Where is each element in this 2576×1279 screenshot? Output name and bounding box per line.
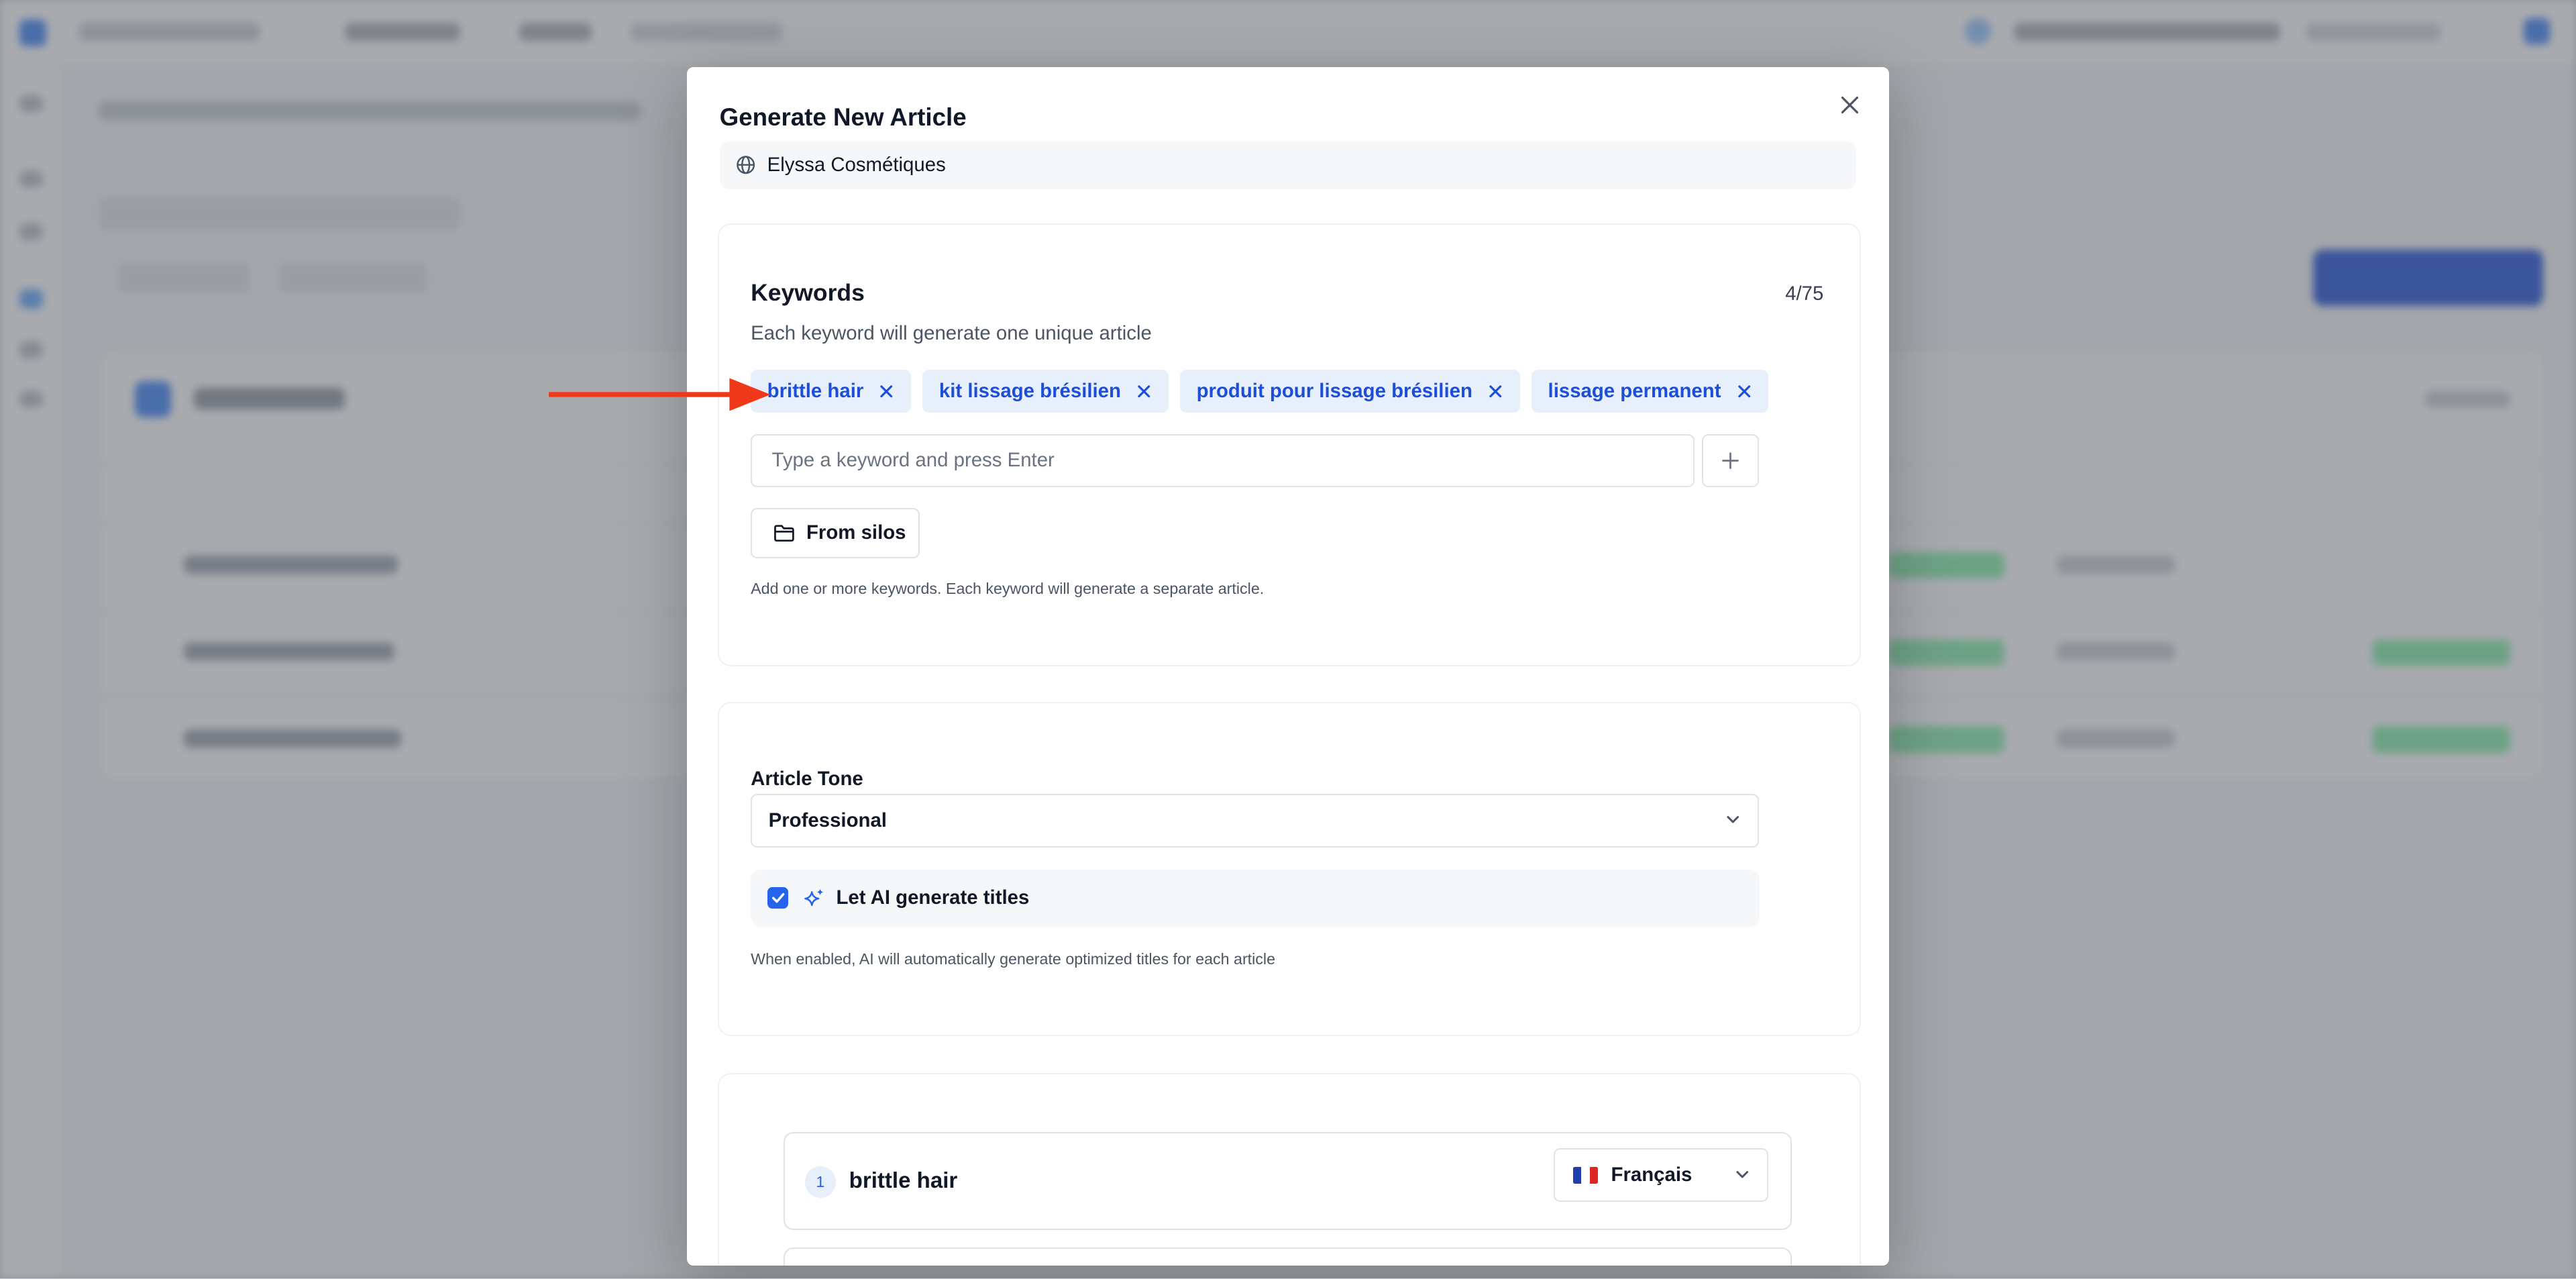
add-keyword-button[interactable]	[1702, 433, 1759, 488]
modal-title: Generate New Article	[719, 103, 967, 132]
article-tone-label: Article Tone	[751, 767, 863, 790]
site-selector: Elyssa Cosmétiques	[719, 141, 1857, 189]
remove-chip-icon[interactable]	[878, 383, 894, 399]
keyword-settings-card: 1 brittle hair Français	[784, 1132, 1792, 1231]
plus-icon	[1722, 452, 1739, 469]
chip-label: brittle hair	[767, 379, 864, 402]
keyword-chip[interactable]: kit lissage brésilien	[922, 370, 1169, 413]
from-silos-label: From silos	[806, 521, 906, 544]
chevron-down-icon	[1734, 1166, 1750, 1182]
language-label: Français	[1611, 1164, 1693, 1186]
generate-article-modal: Generate New Article Elyssa Cosmétiques …	[686, 67, 1890, 1266]
article-tone-value: Professional	[768, 809, 887, 831]
remove-chip-icon[interactable]	[1136, 383, 1152, 399]
chip-label: lissage permanent	[1548, 379, 1721, 402]
france-flag-icon	[1573, 1167, 1598, 1184]
globe-icon	[736, 155, 755, 174]
ai-titles-option[interactable]: Let AI generate titles	[751, 869, 1760, 927]
ai-titles-label: Let AI generate titles	[836, 886, 1030, 909]
keyword-chip[interactable]: brittle hair	[751, 370, 912, 413]
keywords-subtitle: Each keyword will generate one unique ar…	[751, 322, 1152, 344]
sparkles-icon	[804, 887, 825, 909]
folder-icon	[773, 523, 795, 543]
close-icon	[1841, 97, 1859, 114]
keyword-input[interactable]	[768, 448, 1662, 474]
checkmark-icon	[771, 893, 784, 903]
site-name: Elyssa Cosmétiques	[767, 154, 946, 176]
keyword-chip[interactable]: lissage permanent	[1532, 370, 1769, 413]
close-button[interactable]	[1835, 91, 1865, 120]
keyword-index-badge: 1	[804, 1166, 837, 1198]
chevron-down-icon	[1725, 811, 1741, 827]
language-select[interactable]: Français	[1554, 1148, 1769, 1203]
keyword-chips: brittle hair kit lissage brésilien produ…	[751, 370, 1769, 413]
keyword-input-wrapper	[751, 433, 1695, 488]
keyword-name: brittle hair	[849, 1168, 958, 1193]
article-tone-select[interactable]: Professional	[751, 793, 1759, 848]
keywords-hint: Add one or more keywords. Each keyword w…	[751, 580, 1265, 598]
annotation-arrow-icon	[548, 378, 771, 411]
keyword-counter: 4/75	[1785, 283, 1824, 305]
remove-chip-icon[interactable]	[1487, 383, 1503, 399]
keywords-title: Keywords	[751, 279, 865, 307]
keyword-chip[interactable]: produit pour lissage brésilien	[1180, 370, 1520, 413]
keyword-settings-card	[784, 1247, 1792, 1266]
from-silos-button[interactable]: From silos	[751, 507, 920, 558]
chip-label: kit lissage brésilien	[938, 379, 1121, 402]
ai-titles-checkbox[interactable]	[767, 887, 789, 909]
chip-label: produit pour lissage brésilien	[1196, 379, 1472, 402]
remove-chip-icon[interactable]	[1736, 383, 1752, 399]
ai-titles-hint: When enabled, AI will automatically gene…	[751, 950, 1276, 968]
